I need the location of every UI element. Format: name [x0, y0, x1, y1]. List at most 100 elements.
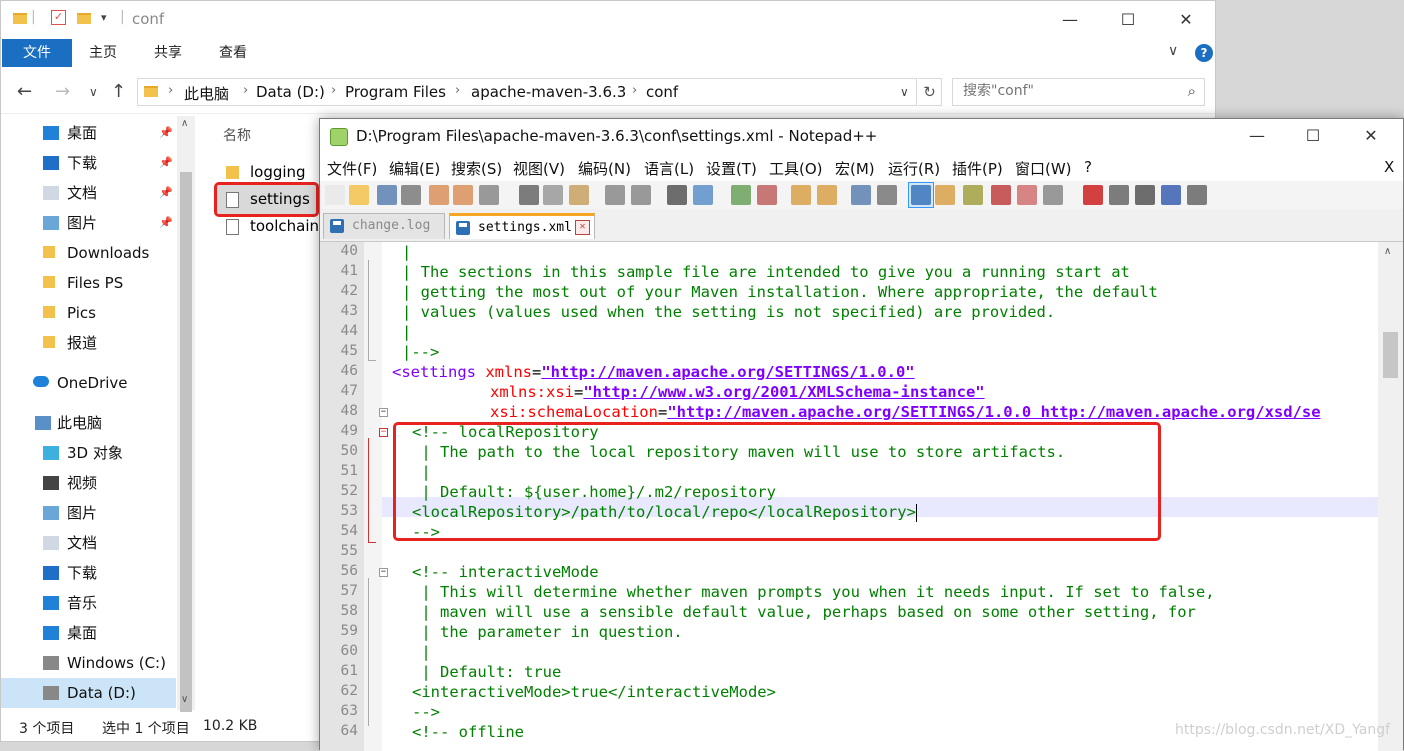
sidebar-item[interactable]: Pics [1, 298, 176, 328]
cut-icon[interactable] [519, 185, 539, 205]
sidebar-item[interactable]: 图片 [1, 498, 176, 528]
nav-scroll-thumb[interactable] [180, 172, 192, 712]
menu-item[interactable]: 编码(N) [578, 158, 631, 179]
address-dropdown-icon[interactable]: ∨ [900, 85, 909, 99]
tab-share[interactable]: 共享 [154, 39, 182, 67]
breadcrumb-conf[interactable]: conf [646, 83, 678, 101]
new-file-icon[interactable] [325, 185, 345, 205]
sidebar-item[interactable]: 视频 [1, 468, 176, 498]
close-tab-icon[interactable]: ✕ [575, 220, 590, 235]
save-all-icon[interactable] [401, 185, 421, 205]
paste-icon[interactable] [569, 185, 589, 205]
sidebar-item[interactable]: 文档 [1, 528, 176, 558]
play-macro-icon[interactable] [1135, 185, 1155, 205]
menu-item[interactable]: 运行(R) [888, 158, 940, 179]
menu-item[interactable]: ? [1084, 158, 1092, 176]
sidebar-item[interactable]: Windows (C:) [1, 648, 176, 678]
monitoring-icon[interactable] [1043, 185, 1063, 205]
npp-minimize-button[interactable]: — [1234, 117, 1280, 155]
open-file-icon[interactable] [349, 185, 369, 205]
tab-change-log[interactable]: change.log [323, 213, 445, 239]
sidebar-item[interactable]: 桌面 [1, 618, 176, 648]
breadcrumb-data-d[interactable]: Data (D:) [256, 83, 325, 101]
npp-maximize-button[interactable]: ☐ [1290, 117, 1336, 155]
stop-macro-icon[interactable] [1109, 185, 1129, 205]
redo-icon[interactable] [631, 185, 651, 205]
menu-item[interactable]: 视图(V) [513, 158, 565, 179]
menu-item[interactable]: 工具(O) [769, 158, 823, 179]
tab-file[interactable]: 文件 [2, 39, 72, 67]
sidebar-item[interactable]: Files PS [1, 268, 176, 298]
sidebar-item[interactable]: 桌面 📌 [1, 118, 176, 148]
pin-icon[interactable]: 📌 [159, 148, 173, 178]
close-all-icon[interactable] [453, 185, 473, 205]
pin-icon[interactable]: 📌 [159, 178, 173, 208]
breadcrumb-program-files[interactable]: Program Files [345, 83, 446, 101]
sidebar-item[interactable]: 此电脑 [1, 408, 176, 438]
zoom-out-icon[interactable] [757, 185, 777, 205]
sidebar-item[interactable]: 下载 [1, 558, 176, 588]
close-button[interactable]: ✕ [1163, 1, 1209, 39]
menu-item[interactable]: 宏(M) [835, 158, 875, 179]
breadcrumb-this-pc[interactable]: 此电脑 [184, 83, 229, 104]
sidebar-item[interactable]: 音乐 [1, 588, 176, 618]
document-map-icon[interactable] [963, 185, 983, 205]
menu-item[interactable]: 窗口(W) [1015, 158, 1072, 179]
search-icon[interactable]: ⌕ [1188, 82, 1196, 100]
sync-horizontal-icon[interactable] [817, 185, 837, 205]
properties-check-icon[interactable]: ✓ [51, 10, 66, 25]
sidebar-item[interactable]: Downloads [1, 238, 176, 268]
undo-icon[interactable] [605, 185, 625, 205]
up-arrow-icon[interactable]: ↑ [111, 81, 126, 102]
close-icon[interactable] [429, 185, 449, 205]
search-input[interactable] [961, 82, 1165, 100]
nav-scrollbar[interactable]: ∧ ∨ [177, 116, 195, 712]
sync-vertical-icon[interactable] [791, 185, 811, 205]
save-icon[interactable] [377, 185, 397, 205]
tab-home[interactable]: 主页 [89, 39, 117, 67]
menu-item[interactable]: 语言(L) [644, 158, 694, 179]
address-box[interactable]: › 此电脑 › Data (D:) › Program Files › apac… [137, 78, 917, 106]
show-all-chars-icon[interactable] [877, 185, 897, 205]
sidebar-item[interactable]: Data (D:) [1, 678, 176, 708]
scroll-up-icon[interactable]: ∧ [1384, 246, 1391, 257]
sidebar-item[interactable]: 图片 📌 [1, 208, 176, 238]
editor-scrollbar[interactable]: ∧ [1378, 242, 1403, 751]
fold-toggle-icon[interactable]: − [379, 408, 388, 417]
help-icon[interactable]: ? [1195, 44, 1213, 62]
user-lang-icon[interactable] [935, 185, 955, 205]
fold-toggle-icon[interactable]: − [379, 428, 388, 437]
search-box[interactable]: ⌕ [952, 78, 1205, 106]
refresh-icon[interactable]: ↻ [918, 78, 942, 106]
pin-icon[interactable]: 📌 [159, 118, 173, 148]
run-macro-multiple-icon[interactable] [1161, 185, 1181, 205]
menu-item[interactable]: 搜索(S) [451, 158, 502, 179]
sidebar-item[interactable]: OneDrive [1, 368, 176, 398]
function-list-icon[interactable] [991, 185, 1011, 205]
sidebar-item[interactable]: 文档 📌 [1, 178, 176, 208]
replace-icon[interactable] [693, 185, 713, 205]
editor-scroll-thumb[interactable] [1383, 332, 1398, 378]
maximize-button[interactable]: ☐ [1105, 1, 1151, 39]
record-macro-icon[interactable] [1083, 185, 1103, 205]
column-header-name[interactable]: 名称 [223, 125, 251, 145]
npp-close-button[interactable]: ✕ [1348, 117, 1394, 155]
recent-locations-icon[interactable]: ∨ [89, 85, 98, 99]
sidebar-item[interactable]: 报道 [1, 328, 176, 358]
tab-view[interactable]: 查看 [219, 39, 247, 67]
back-arrow-icon[interactable]: ← [17, 81, 32, 102]
minimize-button[interactable]: — [1047, 1, 1093, 39]
tab-settings-xml[interactable]: settings.xml ✕ [449, 213, 595, 239]
new-folder-icon[interactable] [77, 12, 91, 26]
menu-item[interactable]: 文件(F) [327, 158, 377, 179]
folder-workspace-icon[interactable] [1017, 185, 1037, 205]
fold-toggle-icon[interactable]: − [379, 568, 388, 577]
find-icon[interactable] [667, 185, 687, 205]
save-macro-icon[interactable] [1187, 185, 1207, 205]
sidebar-item[interactable]: 3D 对象 [1, 438, 176, 468]
zoom-in-icon[interactable] [731, 185, 751, 205]
word-wrap-icon[interactable] [851, 185, 871, 205]
forward-arrow-icon[interactable]: → [55, 81, 70, 102]
copy-icon[interactable] [543, 185, 563, 205]
print-icon[interactable] [479, 185, 499, 205]
